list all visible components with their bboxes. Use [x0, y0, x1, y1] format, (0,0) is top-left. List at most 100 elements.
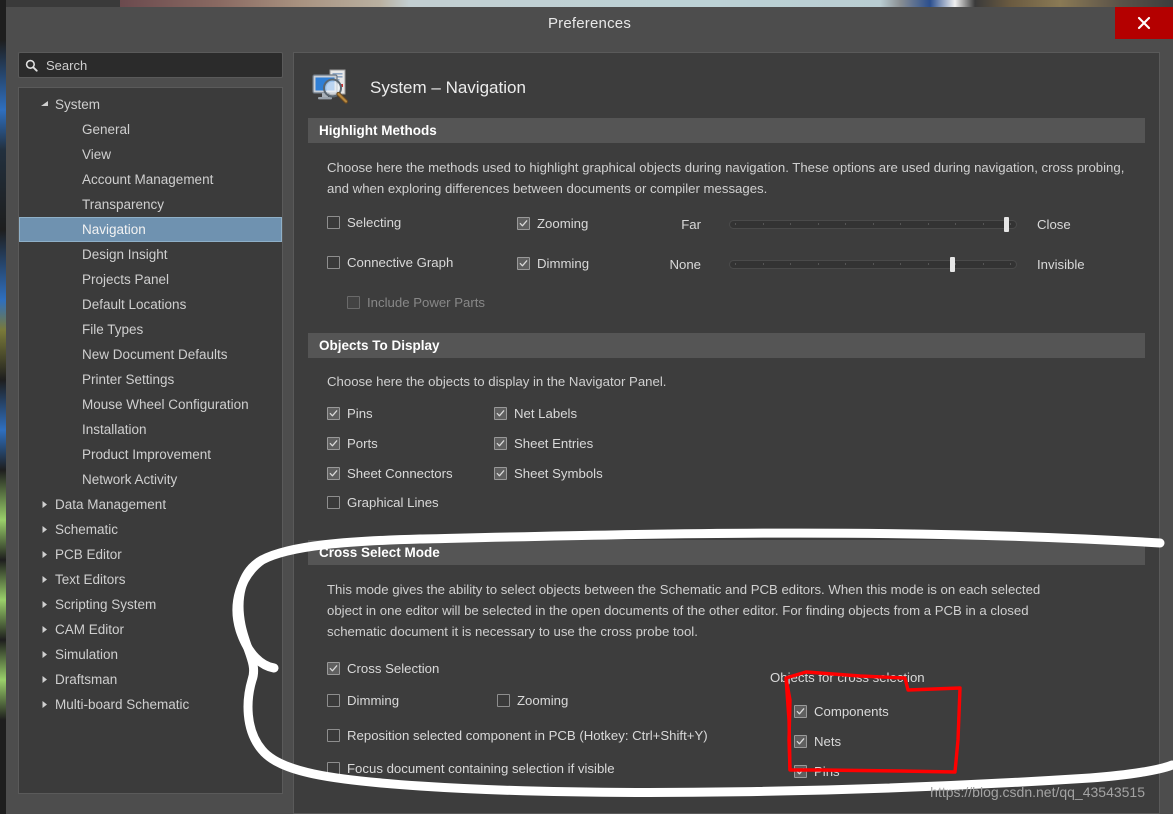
search-input[interactable]	[44, 56, 276, 74]
chevron-right-icon[interactable]	[37, 675, 51, 684]
checkbox-label: Pins	[814, 763, 840, 779]
sidebar-item-label: Text Editors	[55, 572, 126, 587]
sidebar-item-scripting-system[interactable]: Scripting System	[19, 592, 282, 617]
checkbox-dimming[interactable]: Dimming	[517, 256, 589, 271]
cell: Net Labels	[494, 405, 577, 423]
sidebar-item-projects-panel[interactable]: Projects Panel	[19, 267, 282, 292]
chevron-right-icon[interactable]	[37, 575, 51, 584]
checkbox-box	[494, 407, 507, 420]
window-title: Preferences	[547, 14, 632, 32]
checkbox-reposition-component[interactable]: Reposition selected component in PCB (Ho…	[327, 728, 708, 743]
sidebar-item-product-improvement[interactable]: Product Improvement	[19, 442, 282, 467]
checkbox-sheet-entries[interactable]: Sheet Entries	[494, 436, 593, 451]
checkbox-label: Connective Graph	[347, 254, 454, 270]
checkbox-include-power-parts[interactable]: Include Power Parts	[347, 295, 485, 310]
checkbox-label: Focus document containing selection if v…	[347, 760, 615, 776]
checkbox-box	[327, 761, 340, 775]
checkbox-box	[327, 255, 340, 269]
sidebar-item-new-document-defaults[interactable]: New Document Defaults	[19, 342, 282, 367]
checkbox-ports[interactable]: Ports	[327, 436, 378, 451]
sidebar-item-multi-board-schematic[interactable]: Multi-board Schematic	[19, 692, 282, 717]
checkbox-label: Pins	[347, 406, 373, 421]
objects-to-display-row: Pins Net Labels	[327, 402, 1145, 426]
checkbox-selecting[interactable]: Selecting	[327, 215, 401, 230]
sidebar-item-account-management[interactable]: Account Management	[19, 167, 282, 192]
section-header-cross-select-mode: Cross Select Mode	[308, 540, 1145, 565]
sidebar-item-schematic[interactable]: Schematic	[19, 517, 282, 542]
sidebar-item-label: Scripting System	[55, 597, 157, 612]
check-icon	[496, 440, 505, 447]
checkbox-focus-document[interactable]: Focus document containing selection if v…	[327, 761, 615, 776]
checkbox-label: Dimming	[347, 692, 400, 708]
sidebar-item-label: Simulation	[55, 647, 119, 662]
checkbox-label: Include Power Parts	[367, 294, 486, 310]
sidebar-item-label: Installation	[82, 422, 147, 437]
chevron-right-icon[interactable]	[37, 525, 51, 534]
search-icon	[25, 59, 38, 72]
checkbox-label: Sheet Connectors	[347, 466, 453, 481]
sidebar-item-mouse-wheel-configuration[interactable]: Mouse Wheel Configuration	[19, 392, 282, 417]
chevron-right-icon[interactable]	[37, 600, 51, 609]
sidebar-item-label: Printer Settings	[82, 372, 175, 387]
sidebar-item-installation[interactable]: Installation	[19, 417, 282, 442]
cell: Sheet Symbols	[494, 465, 603, 483]
sidebar-item-network-activity[interactable]: Network Activity	[19, 467, 282, 492]
title-bar: Preferences	[6, 7, 1173, 39]
settings-tree[interactable]: System General View Account Management Trans…	[18, 87, 283, 794]
checkbox-cross-selection[interactable]: Cross Selection	[327, 661, 439, 676]
checkbox-zooming[interactable]: Zooming	[517, 216, 588, 231]
zoom-slider-min-label: Far	[681, 216, 701, 232]
checkbox-label: Selecting	[347, 214, 402, 230]
cell: Ports	[327, 435, 494, 453]
checkbox-sheet-connectors[interactable]: Sheet Connectors	[327, 466, 453, 481]
checkbox-box	[327, 495, 340, 509]
chevron-down-icon[interactable]	[37, 100, 51, 109]
checkbox-cross-nets[interactable]: Nets	[794, 734, 841, 749]
sidebar-item-data-management[interactable]: Data Management	[19, 492, 282, 517]
sidebar-item-default-locations[interactable]: Default Locations	[19, 292, 282, 317]
zoom-slider[interactable]	[729, 217, 1017, 232]
checkbox-net-labels[interactable]: Net Labels	[494, 406, 577, 421]
sidebar-item-design-insight[interactable]: Design Insight	[19, 242, 282, 267]
checkbox-connective-graph[interactable]: Connective Graph	[327, 255, 453, 270]
checkbox-label: Dimming	[537, 256, 590, 271]
sidebar-item-transparency[interactable]: Transparency	[19, 192, 282, 217]
checkbox-cross-pins[interactable]: Pins	[794, 764, 840, 779]
checkbox-cross-zooming[interactable]: Zooming	[497, 693, 568, 708]
sidebar-item-label: Schematic	[55, 522, 119, 537]
checkbox-cross-dimming[interactable]: Dimming	[327, 693, 399, 708]
slider-thumb[interactable]	[949, 257, 955, 272]
sidebar-item-simulation[interactable]: Simulation	[19, 642, 282, 667]
sidebar-item-label: Design Insight	[82, 247, 168, 262]
search-box[interactable]	[18, 52, 283, 78]
checkbox-box	[327, 215, 340, 229]
check-icon	[519, 220, 528, 227]
sidebar-item-general[interactable]: General	[19, 117, 282, 142]
chevron-right-icon[interactable]	[37, 700, 51, 709]
close-button[interactable]	[1115, 7, 1173, 39]
sidebar-item-draftsman[interactable]: Draftsman	[19, 667, 282, 692]
chevron-right-icon[interactable]	[37, 550, 51, 559]
sidebar-item-printer-settings[interactable]: Printer Settings	[19, 367, 282, 392]
checkbox-box	[327, 407, 340, 420]
checkbox-sheet-symbols[interactable]: Sheet Symbols	[494, 466, 603, 481]
watermark: https://blog.csdn.net/qq_43543515	[930, 784, 1145, 800]
sidebar-item-text-editors[interactable]: Text Editors	[19, 567, 282, 592]
chevron-right-icon[interactable]	[37, 500, 51, 509]
chevron-right-icon[interactable]	[37, 650, 51, 659]
chevron-right-icon[interactable]	[37, 625, 51, 634]
dim-slider[interactable]	[729, 257, 1017, 272]
checkbox-box	[347, 295, 360, 309]
sidebar-item-system[interactable]: System	[19, 92, 282, 117]
sidebar-item-pcb-editor[interactable]: PCB Editor	[19, 542, 282, 567]
sidebar-item-label: Data Management	[55, 497, 167, 512]
checkbox-graphical-lines[interactable]: Graphical Lines	[327, 495, 439, 510]
objects-for-cross-selection-list: Components Nets Pins	[794, 696, 925, 786]
checkbox-pins[interactable]: Pins	[327, 406, 373, 421]
checkbox-cross-components[interactable]: Components	[794, 704, 889, 719]
sidebar-item-navigation[interactable]: Navigation	[19, 217, 282, 242]
sidebar-item-view[interactable]: View	[19, 142, 282, 167]
slider-thumb[interactable]	[1003, 217, 1009, 232]
sidebar-item-cam-editor[interactable]: CAM Editor	[19, 617, 282, 642]
sidebar-item-file-types[interactable]: File Types	[19, 317, 282, 342]
